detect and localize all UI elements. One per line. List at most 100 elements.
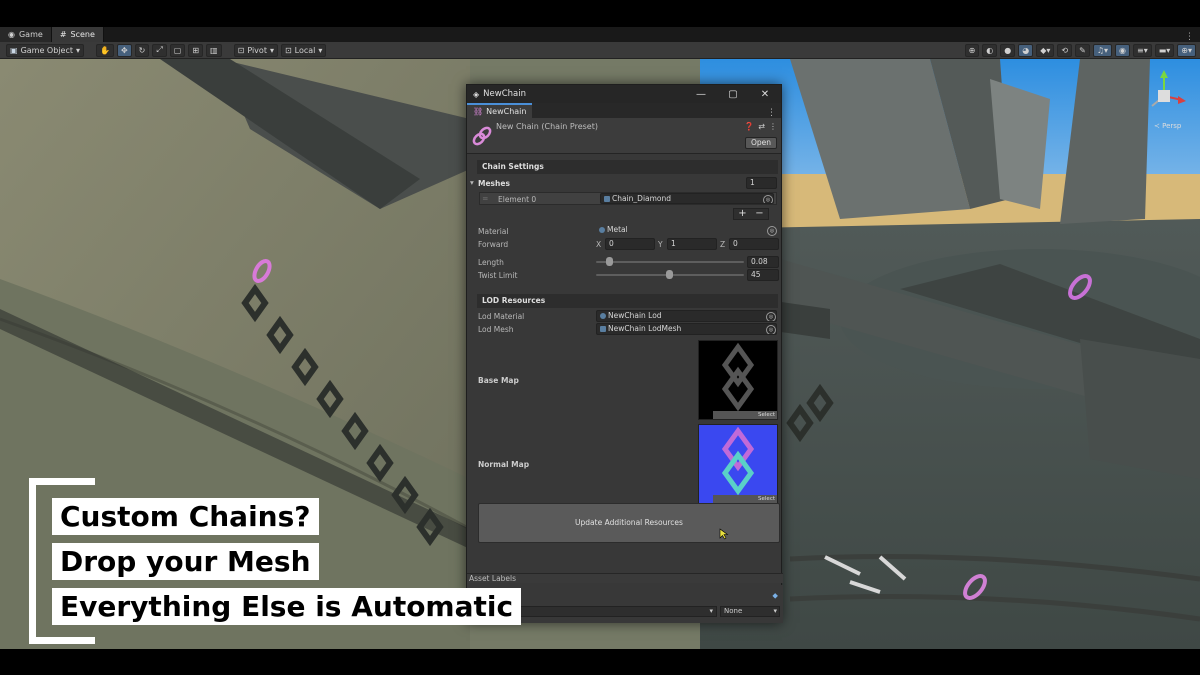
scene-toolbar: ▣ Game Object ▾ ✋ ✥ ↻ ⤢ ▢ ⊞ ▥ ⊡ Pivot ▾ ⊡ Loc… — [0, 42, 1200, 59]
tab-game[interactable]: ◉ Game — [0, 27, 52, 42]
unity-logo-icon: ◈ — [473, 89, 480, 99]
foldout-arrow-icon[interactable]: ▾ — [470, 178, 474, 187]
material-row: Material Metal ◎ — [467, 225, 781, 238]
move-tool-button[interactable]: ✥ — [116, 43, 132, 57]
gizmos-dropdown[interactable]: ⊕▾ — [1177, 43, 1196, 57]
forward-y-field[interactable]: 1 — [667, 238, 717, 250]
kebab-menu-icon[interactable]: ⋮ — [769, 122, 777, 131]
newchain-window: ◈ NewChain — ▢ ✕ ⛓ NewChain ⋮ New Chain … — [466, 84, 783, 623]
eye-icon: ◉ — [1119, 45, 1126, 55]
base-map-preview — [721, 342, 755, 412]
transform-tool-button[interactable]: ⊞ — [188, 43, 204, 57]
base-map-texture[interactable]: Select — [698, 340, 778, 420]
normal-map-select-button[interactable]: Select — [713, 495, 777, 503]
element-0-mesh-field[interactable]: Chain_Diamond ◎ — [600, 193, 774, 204]
length-slider-knob[interactable] — [606, 257, 613, 266]
material-field[interactable]: Metal ◎ — [596, 225, 777, 237]
label-tag-icon[interactable]: ⬥ — [772, 591, 778, 601]
mesh-icon — [604, 196, 610, 202]
tab-scene[interactable]: # Scene — [51, 27, 104, 42]
transform-icon: ⊞ — [192, 45, 200, 55]
scale-tool-button[interactable]: ⤢ — [152, 43, 167, 57]
twist-slider-knob[interactable] — [666, 270, 673, 279]
twist-limit-row: Twist Limit 45 — [467, 269, 781, 282]
lod-resources-header: LOD Resources — [477, 294, 778, 308]
caption-line-1: Custom Chains? — [52, 498, 319, 535]
add-element-button[interactable]: + — [738, 209, 746, 219]
rect-icon: ▢ — [173, 45, 182, 55]
tools-icon: ▥ — [210, 45, 218, 55]
open-button[interactable]: Open — [744, 137, 777, 149]
object-picker-icon[interactable]: ◎ — [766, 325, 776, 334]
lighting-button[interactable]: ✎ — [1075, 43, 1090, 57]
lod-material-field[interactable]: NewChain Lod ◎ — [596, 310, 777, 322]
window-titlebar[interactable]: ◈ NewChain — ▢ ✕ — [467, 85, 781, 103]
pivot-icon: ⊡ — [237, 45, 245, 55]
material-icon — [600, 313, 606, 319]
tab-newchain[interactable]: ⛓ NewChain — [467, 103, 533, 118]
asset-name: New Chain (Chain Preset) — [496, 122, 598, 131]
window-title: NewChain — [483, 89, 526, 99]
rect-tool-button[interactable]: ▢ — [169, 43, 186, 57]
preset-icon[interactable]: ⇄ — [758, 122, 765, 131]
hand-tool-button[interactable]: ✋ — [96, 43, 114, 57]
maximize-icon[interactable]: ▢ — [717, 89, 749, 100]
help-icon[interactable]: ❓ — [744, 122, 754, 131]
draw-mode-dropdown[interactable]: ◆▾ — [1036, 43, 1055, 57]
custom-tool-button[interactable]: ▥ — [206, 43, 222, 57]
update-additional-resources-button[interactable]: Update Additional Resources — [478, 503, 780, 543]
object-picker-icon[interactable]: ◎ — [767, 226, 777, 236]
drag-handle-icon[interactable]: ═ — [483, 194, 488, 203]
solid-sphere-icon: ● — [1004, 45, 1012, 55]
2d-button[interactable]: ⟲ — [1057, 43, 1073, 57]
audio-dropdown[interactable]: ♫▾ — [1092, 43, 1112, 57]
globe-icon: ⊕ — [968, 45, 976, 55]
twist-value-field[interactable]: 45 — [747, 269, 779, 281]
cube-icon: ▣ — [10, 45, 18, 55]
pivot-dropdown[interactable]: ⊡ Pivot ▾ — [233, 43, 278, 57]
asset-labels-bar: Asset Labels — [467, 573, 783, 583]
more-menu-icon[interactable]: ⋮ — [1185, 32, 1200, 42]
close-icon[interactable]: ✕ — [749, 89, 781, 100]
view-tab-bar: ◉ Game # Scene ⋮ — [0, 27, 1200, 42]
draw-mode-icon: ◆▾ — [1040, 45, 1051, 55]
hidden-dropdown[interactable]: ≡▾ — [1132, 43, 1152, 57]
normal-map-texture[interactable]: Select — [698, 424, 778, 504]
base-map-select-button[interactable]: Select — [713, 411, 777, 419]
asset-header: New Chain (Chain Preset) ❓ ⇄ ⋮ Open — [467, 118, 781, 154]
meshes-count-field[interactable]: 1 — [746, 177, 777, 189]
forward-x-field[interactable]: 0 — [605, 238, 655, 250]
chevron-down-icon: ▾ — [773, 607, 777, 615]
object-picker-icon[interactable]: ◎ — [766, 312, 776, 321]
length-value-field[interactable]: 0.08 — [747, 256, 779, 268]
forward-z-field[interactable]: 0 — [729, 238, 779, 250]
lit-button[interactable]: ◕ — [1018, 43, 1034, 57]
length-row: Length 0.08 — [467, 256, 781, 269]
assetbundle-variant-dropdown[interactable]: None ▾ — [720, 606, 780, 617]
rotate-tool-button[interactable]: ↻ — [134, 43, 150, 57]
visibility-button[interactable]: ◉ — [1115, 43, 1130, 57]
space-dropdown[interactable]: ⊡ Local ▾ — [280, 43, 327, 57]
list-add-remove: + − — [733, 208, 769, 220]
lod-mesh-field[interactable]: NewChain LodMesh ◎ — [596, 323, 777, 335]
camera-dropdown[interactable]: ▬▾ — [1154, 43, 1175, 57]
window-menu-icon[interactable]: ⋮ — [767, 108, 781, 118]
normal-map-preview — [721, 426, 755, 496]
shading-button[interactable]: ◐ — [982, 43, 998, 57]
globe-button[interactable]: ⊕ — [964, 43, 980, 57]
solid-button[interactable]: ● — [1000, 43, 1016, 57]
minimize-icon[interactable]: — — [685, 89, 717, 100]
lit-sphere-icon: ◕ — [1022, 45, 1030, 55]
length-slider-track[interactable] — [596, 261, 744, 263]
rotate-icon: ↻ — [138, 45, 146, 55]
persp-label[interactable]: ≺ Persp — [1154, 122, 1181, 130]
object-picker-icon[interactable]: ◎ — [763, 195, 773, 203]
element-0-row: ═ Element 0 Chain_Diamond ◎ — [467, 192, 781, 206]
shading-icon: ◐ — [986, 45, 994, 55]
layers-icon: ≡▾ — [1136, 45, 1148, 55]
remove-element-button[interactable]: − — [755, 209, 763, 219]
local-icon: ⊡ — [284, 45, 292, 55]
orientation-gizmo[interactable]: ≺ Persp — [1138, 64, 1198, 134]
light-icon: ✎ — [1079, 45, 1086, 55]
object-mode-dropdown[interactable]: ▣ Game Object ▾ — [6, 43, 84, 57]
